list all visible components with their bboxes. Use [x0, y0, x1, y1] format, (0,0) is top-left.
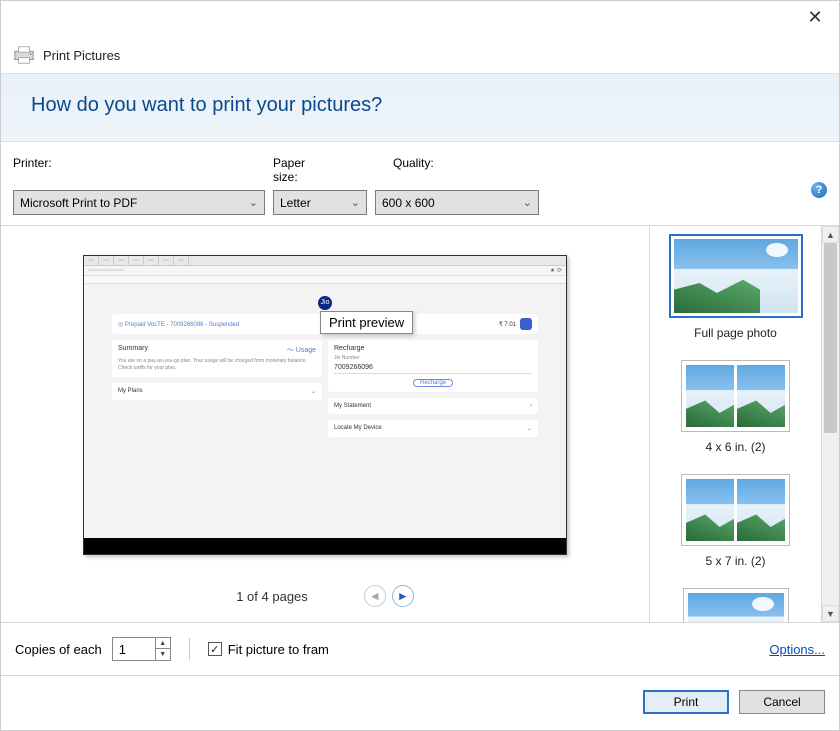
layout-label: Full page photo — [658, 326, 813, 340]
divider — [189, 638, 190, 660]
help-icon[interactable]: ? — [811, 182, 827, 198]
printer-label: Printer: — [13, 156, 213, 184]
print-button[interactable]: Print — [643, 690, 729, 714]
layout-label: 4 x 6 in. (2) — [658, 440, 813, 454]
layout-scrollbar[interactable]: ▲ ▼ — [822, 226, 839, 622]
instruction-bar: How do you want to print your pictures? — [1, 73, 839, 142]
paper-size-value: Letter — [280, 196, 311, 210]
cancel-button[interactable]: Cancel — [739, 690, 825, 714]
copies-up-button[interactable]: ▲ — [156, 638, 170, 649]
layout-option-5x7[interactable]: 5 x 7 in. (2) — [658, 474, 813, 568]
copies-down-button[interactable]: ▼ — [156, 649, 170, 660]
layout-option-partial[interactable] — [658, 588, 813, 622]
scroll-down-icon[interactable]: ▼ — [822, 605, 839, 622]
layout-label: 5 x 7 in. (2) — [658, 554, 813, 568]
paper-size-label: Paper size: — [273, 156, 333, 184]
options-link[interactable]: Options... — [769, 642, 825, 657]
layout-option-4x6[interactable]: 4 x 6 in. (2) — [658, 360, 813, 454]
layout-option-full-page[interactable]: Full page photo — [658, 234, 813, 340]
scrollbar-thumb[interactable] — [824, 243, 837, 433]
printer-value: Microsoft Print to PDF — [20, 196, 137, 210]
instruction-heading: How do you want to print your pictures? — [31, 94, 809, 117]
layout-list: Full page photo 4 x 6 in. (2) 5 x 7 in. … — [650, 226, 822, 622]
prev-page-button[interactable]: ◄ — [364, 585, 386, 607]
fit-picture-label: Fit picture to fram — [228, 642, 329, 657]
preview-tooltip: Print preview — [320, 311, 413, 334]
paper-size-dropdown[interactable]: Letter ⌄ — [273, 190, 367, 215]
scroll-up-icon[interactable]: ▲ — [822, 226, 839, 243]
jio-logo: Jio — [318, 296, 332, 310]
quality-value: 600 x 600 — [382, 196, 435, 210]
close-button[interactable]: ✕ — [805, 7, 825, 28]
copies-label: Copies of each — [15, 642, 102, 657]
next-page-button[interactable]: ► — [392, 585, 414, 607]
copies-spinner[interactable]: ▲ ▼ — [112, 637, 171, 661]
printer-icon — [13, 45, 35, 65]
window-title: Print Pictures — [43, 48, 120, 63]
chevron-down-icon: ⌄ — [249, 196, 258, 209]
quality-label: Quality: — [393, 156, 493, 184]
copies-input[interactable] — [113, 638, 155, 660]
fit-picture-checkbox[interactable]: ✓ — [208, 642, 222, 656]
pager-text: 1 of 4 pages — [236, 589, 308, 604]
quality-dropdown[interactable]: 600 x 600 ⌄ — [375, 190, 539, 215]
chevron-down-icon: ⌄ — [351, 196, 360, 209]
printer-dropdown[interactable]: Microsoft Print to PDF ⌄ — [13, 190, 265, 215]
chevron-down-icon: ⌄ — [523, 196, 532, 209]
window-header: Print Pictures — [1, 41, 839, 73]
preview-pane: ⋯⋯⋯⋯⋯⋯⋯ ⋯⋯⋯⋯⋯⋯★ ⟳ Jio ◎ Prepaid VoLTE - … — [1, 226, 650, 622]
preview-image: ⋯⋯⋯⋯⋯⋯⋯ ⋯⋯⋯⋯⋯⋯★ ⟳ Jio ◎ Prepaid VoLTE - … — [83, 255, 567, 555]
